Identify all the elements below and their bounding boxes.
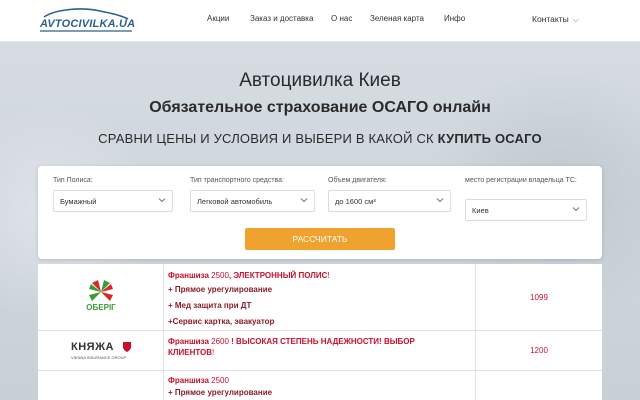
- contacts-dropdown[interactable]: Контакты ⌵: [532, 14, 579, 25]
- nav-item-order-delivery[interactable]: Заказ и доставка: [250, 14, 313, 23]
- vehicle-type-select[interactable]: Легковой автомобиль: [190, 190, 315, 212]
- engine-volume-label: Объем двигателя:: [328, 177, 387, 184]
- franchise-value: 2600: [211, 337, 229, 346]
- chevron-down-icon: [158, 198, 166, 203]
- company-logo-text: ОБЕРІГ: [86, 303, 116, 312]
- chevron-down-icon: [300, 198, 308, 203]
- offer-description: Франшиза 2500 + Прямое урегулирование: [164, 371, 476, 400]
- offer-description: Франшиза 2600 ! ВЫСОКАЯ СТЕПЕНЬ НАДЕЖНОС…: [164, 331, 476, 370]
- franchise-extra: , ЭЛЕКТРОННЫЙ ПОЛИС: [228, 271, 328, 280]
- nav-item-green-card[interactable]: Зеленая карта: [370, 14, 424, 23]
- results-table: ОБЕРІГ Франшиза 2500, ЭЛЕКТРОННЫЙ ПОЛИС!…: [38, 264, 602, 400]
- tagline-bold: КУПИТЬ ОСАГО: [437, 131, 542, 146]
- calculator-form: Тип Полиса: Бумажный Тип транспортного с…: [38, 166, 602, 259]
- franchise-excl: !: [212, 348, 215, 357]
- company-logo-sub: VIENNA INSURANCE GROUP: [71, 355, 127, 360]
- oberig-logo: [89, 280, 113, 301]
- page-subtitle: Обязательное страхование ОСАГО онлайн: [149, 99, 491, 116]
- chevron-down-icon: ⌵: [572, 15, 579, 24]
- chevron-down-icon: [436, 198, 444, 203]
- feature-item: + Мед защита при ДТ: [168, 301, 252, 310]
- engine-volume-select[interactable]: до 1600 см³: [328, 190, 451, 212]
- company-logo-text: КНЯЖА: [71, 341, 114, 353]
- page-tagline: СРАВНИ ЦЕНЫ И УСЛОВИЯ И ВЫБЕРИ В КАКОЙ С…: [0, 131, 640, 146]
- franchise-label: Франшиза: [168, 271, 209, 280]
- registration-label: место регистрации владельца ТС:: [465, 177, 577, 184]
- table-row[interactable]: Франшиза 2500 + Прямое урегулирование: [38, 371, 602, 400]
- franchise-excl: !: [327, 271, 330, 280]
- engine-volume-value: до 1600 см³: [335, 197, 376, 206]
- offer-description: Франшиза 2500, ЭЛЕКТРОННЫЙ ПОЛИС! + Прям…: [164, 264, 476, 330]
- policy-type-label: Тип Полиса:: [53, 177, 93, 184]
- vehicle-type-label: Тип транспортного средства:: [190, 177, 284, 184]
- shield-icon: [123, 342, 131, 352]
- franchise-value: 2500: [211, 376, 229, 385]
- policy-type-select[interactable]: Бумажный: [53, 190, 173, 212]
- table-row[interactable]: ОБЕРІГ Франшиза 2500, ЭЛЕКТРОННЫЙ ПОЛИС!…: [38, 264, 602, 331]
- company-logo-cell: ОБЕРІГ: [38, 264, 164, 330]
- franchise-extra: ! ВЫСОКАЯ СТЕПЕНЬ НАДЕЖНОСТИ! ВЫБОР: [228, 337, 415, 346]
- registration-select[interactable]: Киев: [465, 199, 587, 221]
- franchise-label: Франшиза: [168, 337, 209, 346]
- franchise-value: 2500: [211, 271, 229, 280]
- table-row[interactable]: КНЯЖА VIENNA INSURANCE GROUP Франшиза 26…: [38, 331, 602, 371]
- company-logo-cell: КНЯЖА VIENNA INSURANCE GROUP: [38, 331, 164, 370]
- policy-type-value: Бумажный: [60, 197, 97, 206]
- vehicle-type-value: Легковой автомобиль: [197, 197, 273, 206]
- offer-price[interactable]: 1099: [476, 264, 602, 330]
- registration-value: Киев: [472, 206, 489, 215]
- offer-price[interactable]: [476, 371, 602, 400]
- site-header: AVTOCIVILKA.UA Акции Заказ и доставка О …: [0, 0, 640, 42]
- feature-item: + Прямое урегулирование: [168, 388, 273, 397]
- page-title: Автоцивилка Киев: [239, 70, 401, 91]
- logo-text: AVTOCIVILKA.UA: [40, 18, 136, 30]
- tagline-regular: СРАВНИ ЦЕНЫ И УСЛОВИЯ И ВЫБЕРИ В КАКОЙ С…: [98, 131, 438, 146]
- nav-item-about[interactable]: О нас: [331, 14, 352, 23]
- nav-item-info[interactable]: Инфо: [444, 14, 465, 23]
- company-logo-cell: [38, 371, 164, 400]
- nav-item-promotions[interactable]: Акции: [207, 14, 229, 23]
- feature-item: +Сервис картка, эвакуатор: [168, 317, 275, 326]
- franchise-extra: КЛИЕНТОВ: [168, 348, 213, 357]
- chevron-down-icon: [572, 207, 580, 212]
- feature-item: + Прямое урегулирование: [168, 285, 273, 294]
- franchise-label: Франшиза: [168, 376, 209, 385]
- site-logo[interactable]: AVTOCIVILKA.UA: [38, 7, 136, 33]
- offer-price[interactable]: 1200: [476, 331, 602, 370]
- contacts-label: Контакты: [532, 14, 569, 24]
- calculate-button[interactable]: РАССЧИТАТЬ: [245, 228, 395, 250]
